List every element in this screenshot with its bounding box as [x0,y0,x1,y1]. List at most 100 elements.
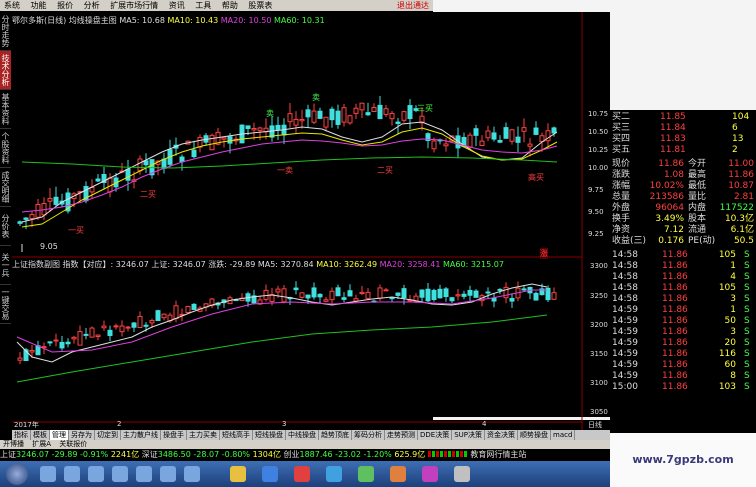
tab-trade-detail[interactable]: 成交明细 [0,168,11,207]
menu-tools[interactable]: 工具 [191,0,215,11]
tick-row: 14:58 11.86 3 S [610,294,756,305]
taskbar-icon[interactable] [230,466,246,482]
stat-label: 量比 [688,192,707,202]
lower-price-tick: 3250 [590,292,608,300]
menu-stock-table[interactable]: 股票表 [244,0,276,11]
tab-timeshare[interactable]: 分时走势 [0,12,11,51]
x-axis-label: 3 [282,420,287,428]
taskbar-icon[interactable] [390,466,406,482]
indicator-tab[interactable]: 模板 [31,430,50,440]
indicator-tab[interactable]: 另存为 [69,430,95,440]
kline-chart[interactable] [12,12,610,430]
taskbar-icon[interactable] [326,466,342,482]
taskbar-icon[interactable] [160,466,176,482]
menu-function[interactable]: 功能 [27,0,51,11]
indicator-tab[interactable]: 资金决策 [485,430,518,440]
indicator-tab[interactable]: 切定到 [95,430,121,440]
candle-body [323,299,329,302]
menu-quote[interactable]: 报价 [53,0,77,11]
chart-area[interactable]: 鄂尔多斯(日线) 均线操盘主图 MA5: 10.68 MA10: 10.43 M… [12,12,610,430]
stat-row: 外盘 96064 内盘 117522 [610,203,756,214]
exit-button[interactable]: 退出通达 [397,0,429,11]
candle-body [77,331,83,346]
start-button[interactable] [6,463,28,485]
indicator-tab[interactable]: 管理 [50,430,69,440]
taskbar-icon[interactable] [262,466,278,482]
tick-time: 14:59 [612,305,638,315]
tab-guan[interactable]: 关一兵 [0,246,11,285]
indicator-tab[interactable]: 主力散户线 [121,430,161,440]
candle-body [107,329,113,337]
candle-body [191,303,197,310]
tick-row: 14:59 11.86 20 S [610,338,756,349]
candle-body [353,107,359,114]
tick-time: 14:58 [612,261,638,271]
indicator-tab[interactable]: 中线操盘 [286,430,319,440]
indicator-tab[interactable]: 指标 [12,430,31,440]
taskbar-icon[interactable] [64,466,80,482]
cy-percent: -1.20% [363,450,392,459]
lower-price-tick: 3100 [590,379,608,387]
indicator-tab[interactable]: 短线操盘 [253,430,286,440]
taskbar-icon[interactable] [88,466,104,482]
stat-value: 117522 [719,203,754,213]
candle-body [491,297,497,302]
candle-body [521,288,527,291]
candle-body [29,349,35,353]
indicator-tab[interactable]: 走势预测 [385,430,418,440]
status-bar: 上证3246.07 -29.89 -0.91% 2241亿 深证3486.50 … [0,449,610,460]
indicator-tab[interactable]: DDE决策 [418,430,453,440]
indicator-tab[interactable]: 顺势操盘 [518,430,551,440]
menu-system[interactable]: 系统 [0,0,24,11]
indicator-tab[interactable]: 主力买卖 [187,430,220,440]
menu-help[interactable]: 帮助 [218,0,242,11]
indicator-tab[interactable]: 筹码分析 [352,430,385,440]
candle-body [353,298,359,302]
taskbar-icon[interactable] [294,466,310,482]
tab-fundamentals[interactable]: 基本资料 [0,90,11,129]
candle-body [305,294,311,299]
tab-one-click-trade[interactable]: 一键交易 [0,285,11,324]
taskbar-icon[interactable] [136,466,152,482]
upper-chart-info: 鄂尔多斯(日线) 均线操盘主图 MA5: 10.68 MA10: 10.43 M… [12,15,325,26]
tab-technical[interactable]: 技术分析 [0,51,11,90]
candle-body [323,116,329,128]
related-quote-button[interactable]: 关联报价 [56,440,90,448]
tick-volume: 60 [724,360,736,370]
taskbar-icon[interactable] [358,466,374,482]
indicator-tab[interactable]: 趋势顶底 [319,430,352,440]
candle-body [275,288,281,293]
taskbar-icon[interactable] [184,466,200,482]
candle-body [359,291,365,295]
candle-body [425,288,431,302]
indicator-tab[interactable]: 操盘手 [161,430,187,440]
tab-price-table[interactable]: 分价表 [0,207,11,246]
tick-price: 11.86 [662,382,688,392]
menu-extended-market[interactable]: 扩展市场行情 [106,0,162,11]
tick-direction: S [744,382,750,392]
indicator-tab[interactable]: macd [551,430,576,440]
low-price-label: 9.05 [40,242,58,251]
candle-body [401,288,407,299]
stat-row: 收益(三) 0.176 PE(动) 50.5 [610,236,756,247]
menu-news[interactable]: 资讯 [165,0,189,11]
stat-label: 最高 [688,170,707,180]
stat-label: 收益(三) [612,236,647,246]
menu-analysis[interactable]: 分析 [80,0,104,11]
candle-body [473,128,479,136]
tick-row: 14:59 11.86 60 S [610,360,756,371]
candle-body [341,297,347,300]
indicator-tab[interactable]: 短线高手 [220,430,253,440]
indicator-tab[interactable]: SUP决策 [452,430,485,440]
extend-a-button[interactable]: 扩展A [29,440,54,448]
period-label[interactable]: 日线 [588,420,602,430]
start-broadcast-button[interactable]: 开博播 [0,440,27,448]
taskbar-icon[interactable] [40,466,56,482]
taskbar-icon[interactable] [422,466,438,482]
taskbar-icon[interactable] [112,466,128,482]
stat-value: 11.86 [728,170,754,180]
taskbar-icon[interactable] [454,466,470,482]
tab-stock-info[interactable]: 个股资料 [0,129,11,168]
candle-body [89,327,95,338]
candle-body [515,136,521,143]
